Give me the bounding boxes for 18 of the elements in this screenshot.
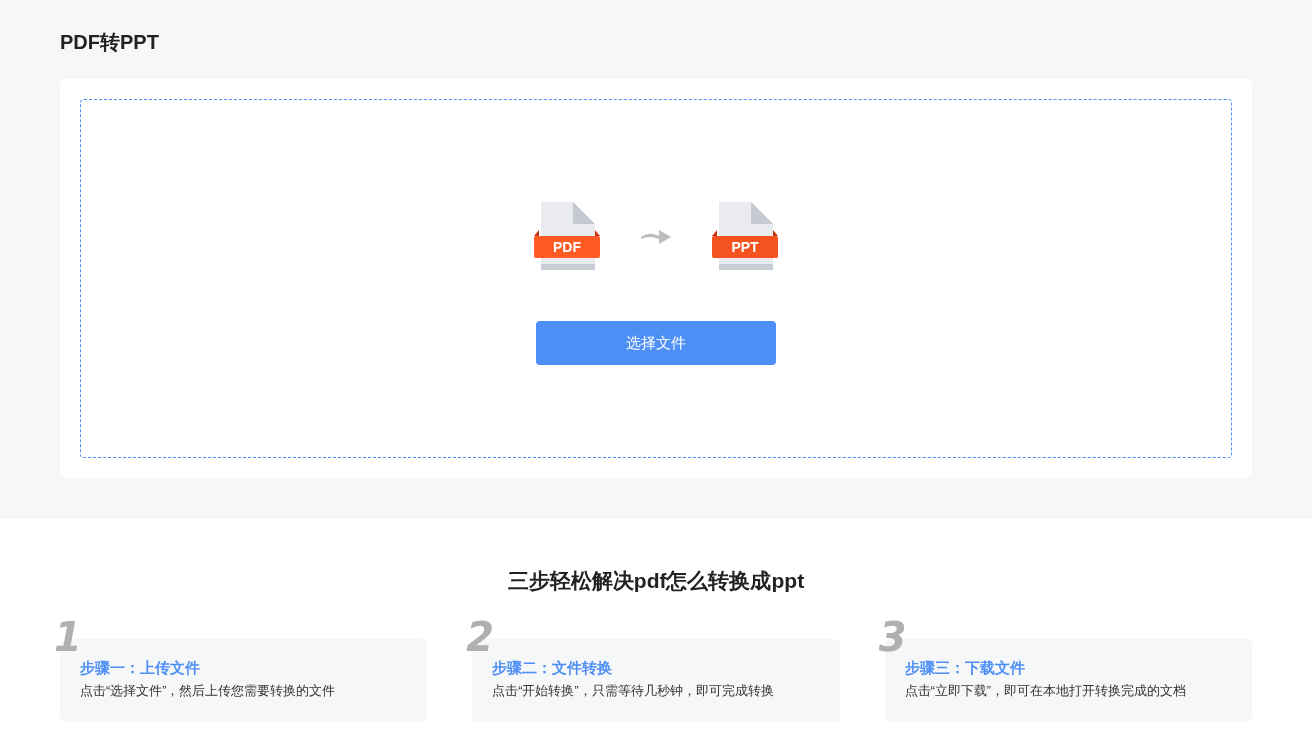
choose-file-button[interactable]: 选择文件 [536,321,776,365]
step-number: 1 [54,617,82,657]
step-number: 2 [466,617,495,657]
step-title: 步骤二：文件转换 [492,658,613,678]
step-number: 3 [878,617,907,657]
page-title: PDF转PPT [60,30,159,55]
step-description: 点击“开始转换”，只需等待几秒钟，即可完成转换 [492,683,774,700]
steps-heading: 三步轻松解决pdf怎么转换成ppt [507,568,805,594]
arrow-icon [639,227,673,245]
drop-zone[interactable]: PDF PPT 选择文件 [80,99,1232,458]
step-description: 点击“立即下载”，即可在本地打开转换完成的文档 [904,683,1186,700]
file-type-label: PDF [552,238,582,256]
step-title: 步骤三：下载文件 [904,658,1025,678]
document-icon [533,200,601,272]
step-title: 步骤一：上传文件 [80,658,200,678]
step-description: 点击“选择文件”，然后上传您需要转换的文件 [80,683,336,700]
file-type-label: PPT [730,238,760,256]
document-icon [711,200,779,272]
